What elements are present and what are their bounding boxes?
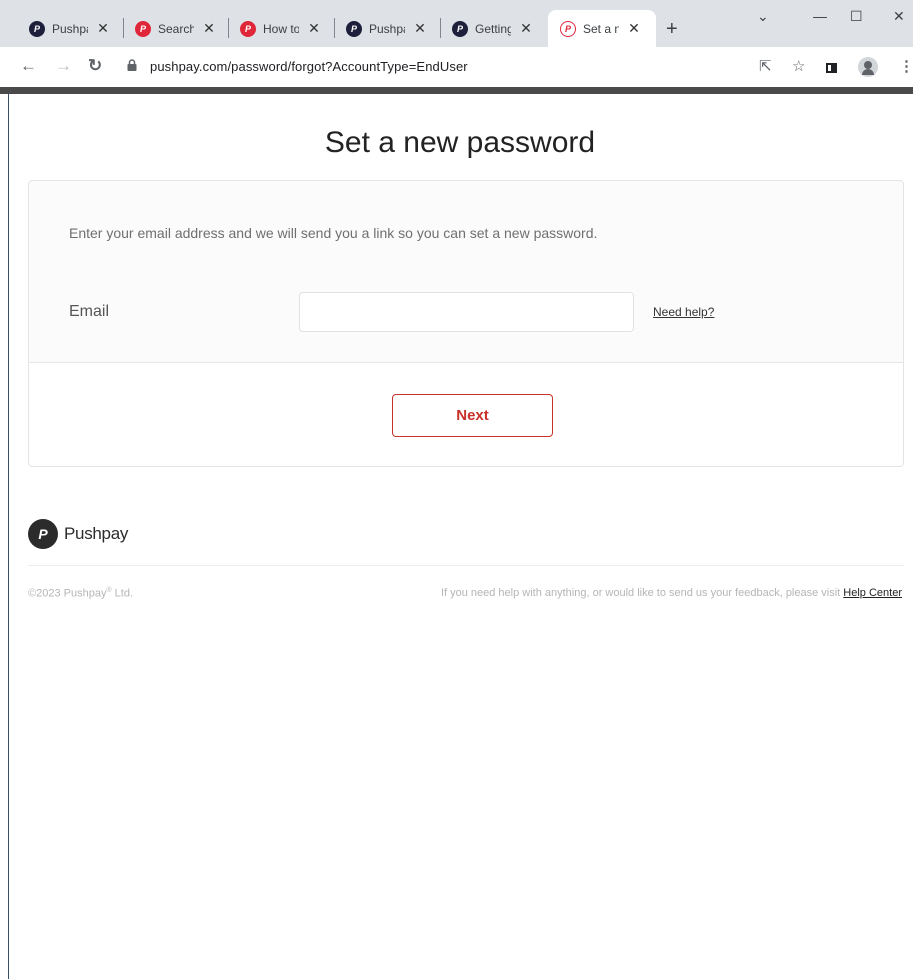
password-reset-card: Enter your email address and we will sen… <box>28 180 904 467</box>
tab-label: Search <box>158 21 194 36</box>
next-button[interactable]: Next <box>392 394 553 437</box>
pushpay-logo-icon: P <box>28 519 58 549</box>
close-icon[interactable]: ✕ <box>202 20 216 37</box>
tab-pushpay-1[interactable]: P Pushpay ✕ <box>29 10 110 47</box>
logo-text: Pushpay <box>64 524 129 543</box>
address-bar[interactable]: pushpay.com/password/forgot?AccountType=… <box>150 59 468 74</box>
pushpay-favicon-icon: P <box>452 20 468 37</box>
copyright-prefix: ©2023 Pushpay <box>28 587 107 600</box>
footer-divider <box>28 565 904 566</box>
tab-label: Pushpay <box>369 21 405 36</box>
tab-divider <box>334 18 335 38</box>
pushpay-favicon-icon: P <box>135 20 151 37</box>
browser-tab-strip: P Pushpay ✕ P Search ✕ P How to ✕ P Push… <box>0 0 913 47</box>
copyright-text: ©2023 Pushpay® Ltd. <box>28 587 133 600</box>
tab-set-new-password[interactable]: P Set a ne ✕ <box>548 10 656 47</box>
pushpay-favicon-icon: P <box>560 20 576 37</box>
close-icon[interactable]: ✕ <box>96 20 110 37</box>
maximize-icon[interactable]: ☐ <box>850 8 863 25</box>
pushpay-favicon-icon: P <box>240 20 256 37</box>
new-tab-button[interactable]: + <box>666 18 678 41</box>
share-icon[interactable]: ⇱ <box>759 57 772 75</box>
pushpay-logo[interactable]: P Pushpay <box>28 519 128 549</box>
menu-kebab-icon[interactable]: ⋮ <box>899 57 913 75</box>
footer-help-message: If you need help with anything, or would… <box>440 587 844 599</box>
chevron-down-icon[interactable]: ⌄ <box>757 8 769 25</box>
help-center-link[interactable]: Help Center <box>843 587 902 599</box>
bookmark-star-icon[interactable]: ☆ <box>792 57 805 75</box>
close-icon[interactable]: ✕ <box>519 20 533 37</box>
tab-label: Getting <box>475 21 511 36</box>
window-close-icon[interactable]: ✕ <box>893 8 905 25</box>
tab-divider <box>440 18 441 38</box>
page-title: Set a new password <box>324 126 596 159</box>
instruction-text: Enter your email address and we will sen… <box>69 225 598 241</box>
minimize-icon[interactable]: — <box>813 8 827 24</box>
tab-divider <box>228 18 229 38</box>
close-icon[interactable]: ✕ <box>413 20 427 37</box>
email-field[interactable] <box>299 292 634 332</box>
pushpay-favicon-icon: P <box>29 20 45 37</box>
footer-help-text: If you need help with anything, or would… <box>441 587 902 599</box>
forward-arrow-icon[interactable]: → <box>55 56 72 76</box>
lock-icon[interactable] <box>127 59 137 71</box>
form-section: Enter your email address and we will sen… <box>29 181 903 363</box>
tab-getting[interactable]: P Getting ✕ <box>452 10 533 47</box>
pushpay-favicon-icon: P <box>346 20 362 37</box>
profile-avatar-icon[interactable] <box>858 57 878 77</box>
browser-toolbar: ← → ↻ pushpay.com/password/forgot?Accoun… <box>0 47 913 87</box>
email-label: Email <box>69 303 110 320</box>
side-panel-icon[interactable] <box>826 63 837 73</box>
reload-icon[interactable]: ↻ <box>88 56 102 76</box>
tab-label: Set a ne <box>583 21 619 36</box>
tab-divider <box>123 18 124 38</box>
tab-label: How to <box>263 21 299 36</box>
need-help-link[interactable]: Need help? <box>653 305 714 319</box>
back-arrow-icon[interactable]: ← <box>20 56 37 76</box>
copyright-suffix: Ltd. <box>111 587 134 600</box>
close-icon[interactable]: ✕ <box>627 20 641 37</box>
tab-how-to[interactable]: P How to ✕ <box>240 10 321 47</box>
close-icon[interactable]: ✕ <box>307 20 321 37</box>
site-top-bar <box>0 87 913 94</box>
tab-label: Pushpay <box>52 21 88 36</box>
tab-search[interactable]: P Search ✕ <box>135 10 216 47</box>
page-left-border <box>8 94 9 979</box>
tab-pushpay-2[interactable]: P Pushpay ✕ <box>346 10 427 47</box>
